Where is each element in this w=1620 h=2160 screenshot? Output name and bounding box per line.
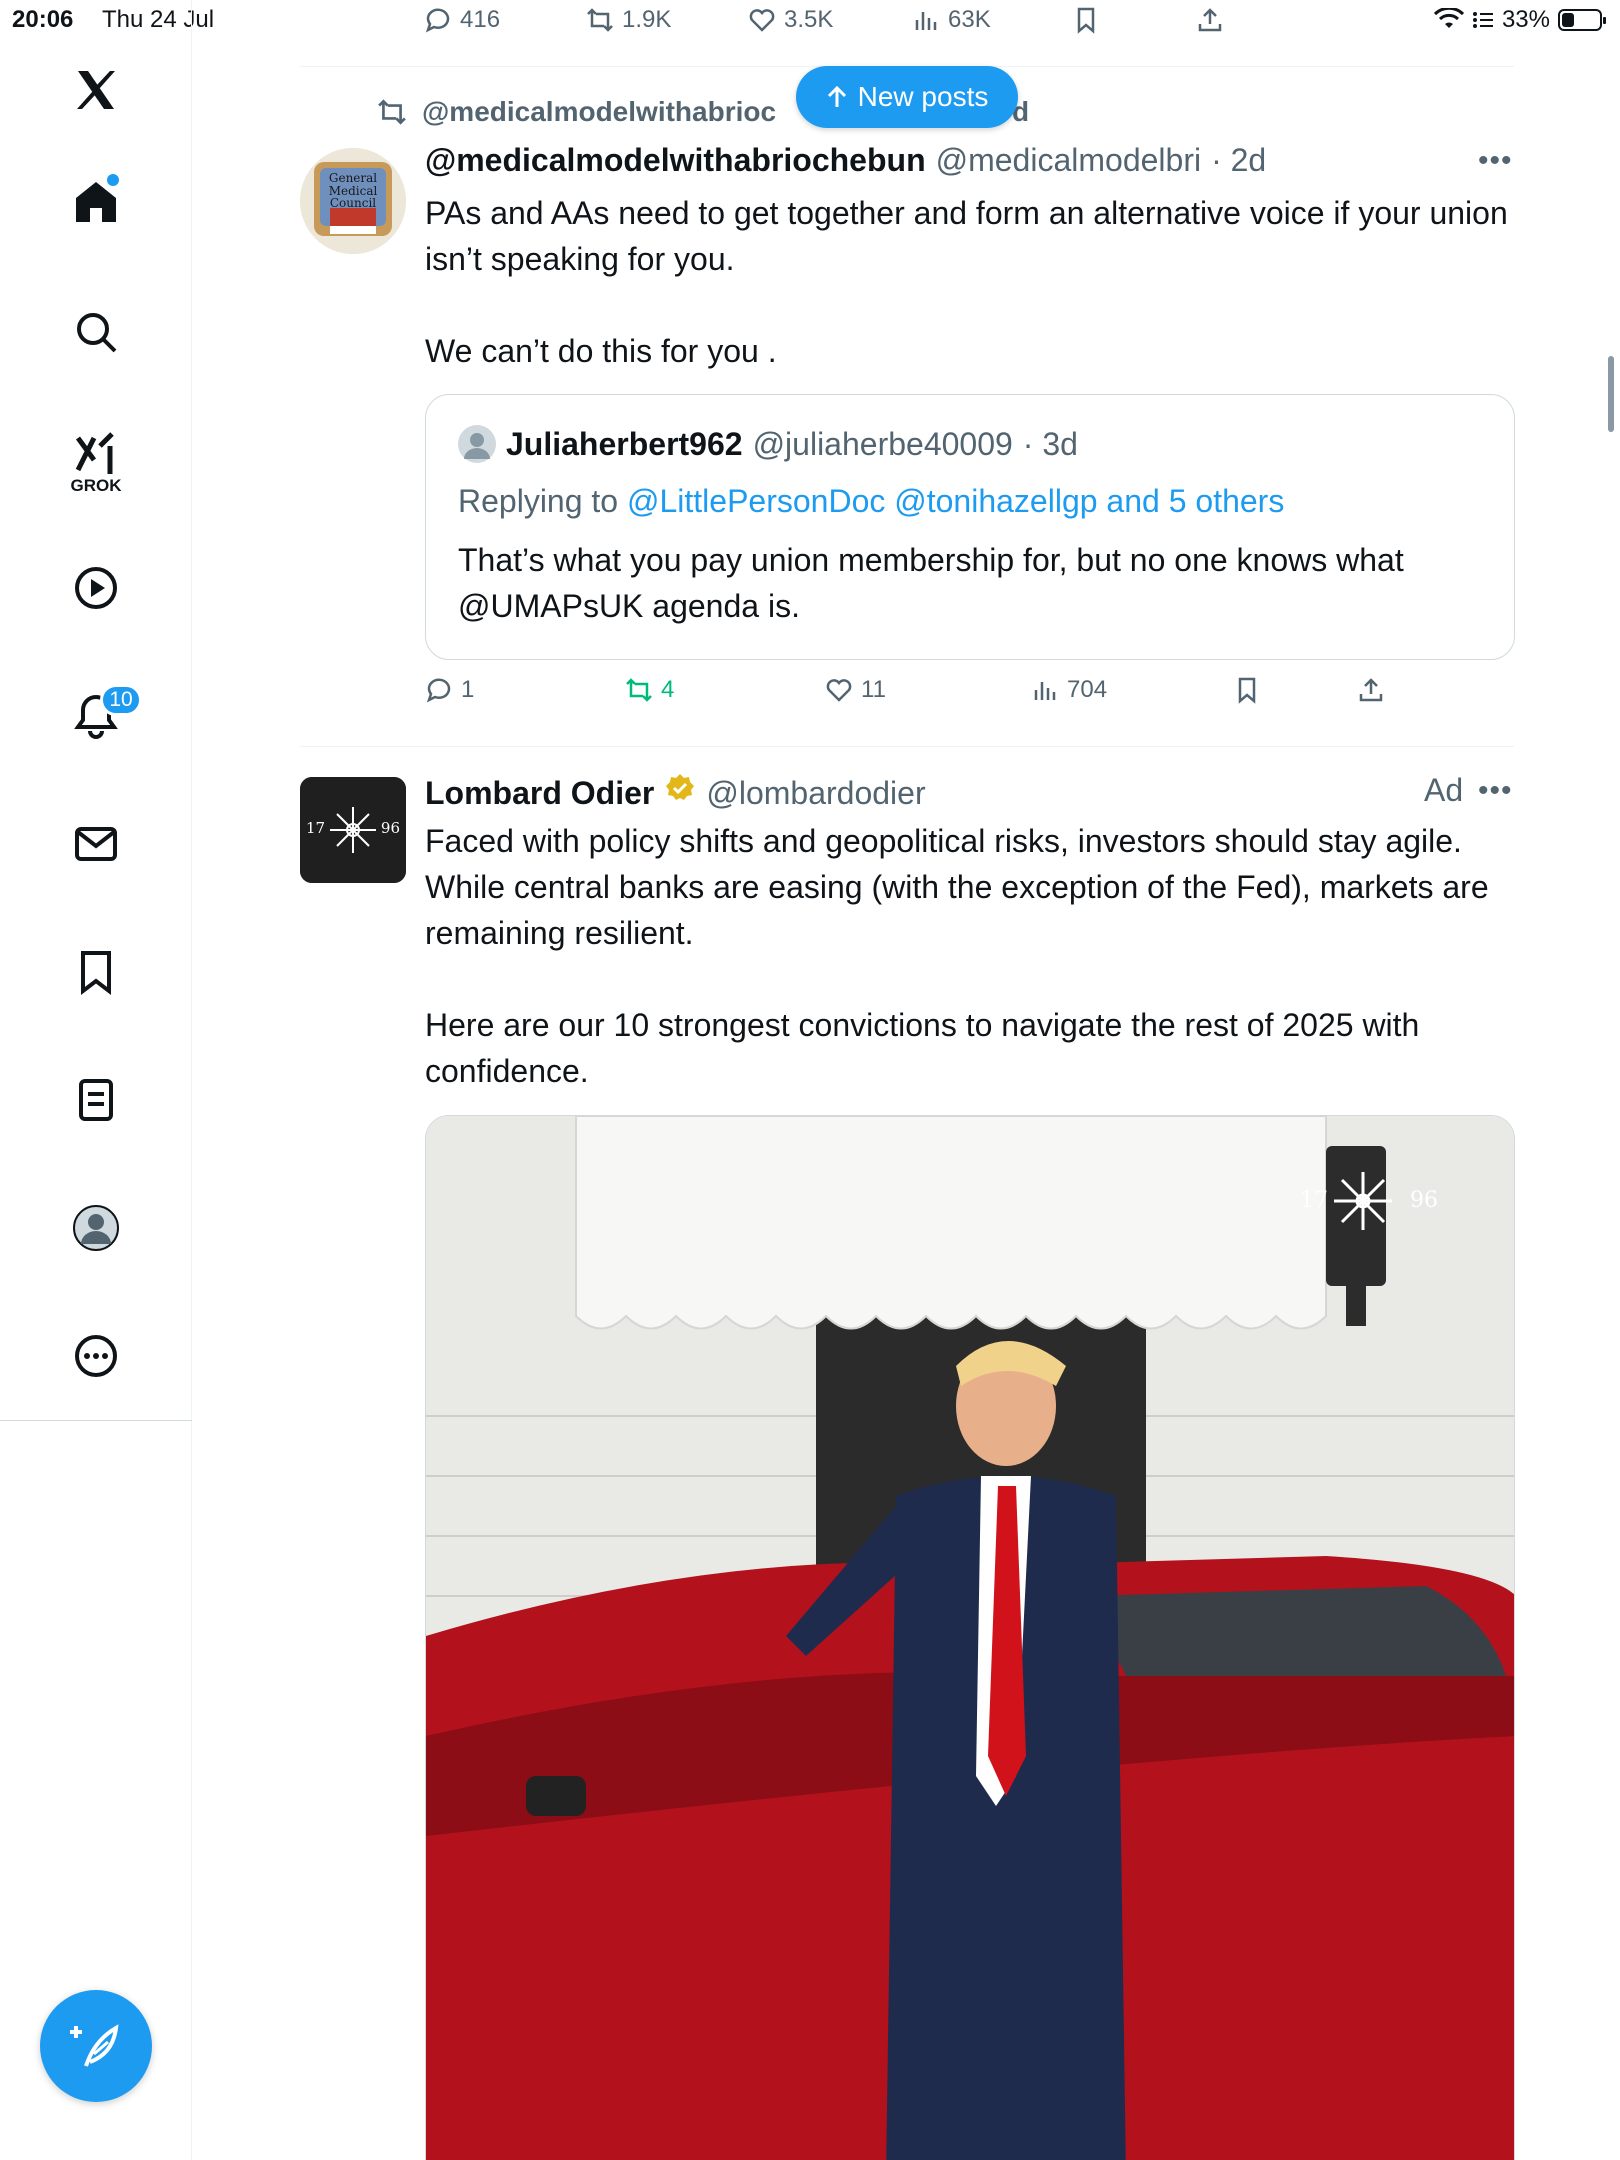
grok-label: GROK <box>70 476 122 495</box>
quote-time: · 3d <box>1022 425 1078 462</box>
ad-more-icon[interactable]: ••• <box>1478 774 1513 808</box>
like-button[interactable]: 11 <box>825 676 886 704</box>
notifications-badge: 10 <box>100 684 142 716</box>
quote-text: That’s what you pay union membership for… <box>458 542 1404 624</box>
advertiser-logo[interactable]: 17 96 <box>300 777 406 883</box>
bookmark-button[interactable] <box>1233 676 1261 704</box>
author-handle[interactable]: @medicalmodelbri <box>936 142 1201 179</box>
bookmark-icon <box>1238 677 1256 704</box>
advertiser-name[interactable]: Lombard Odier <box>425 775 654 812</box>
arrow-up-icon <box>827 85 846 107</box>
svg-text:General: General <box>329 171 377 185</box>
author-avatar[interactable]: General Medical Council <box>300 148 406 254</box>
share-button[interactable] <box>1196 6 1224 34</box>
quote-replying-to: Replying to @LittlePersonDoc @tonihazell… <box>458 483 1284 520</box>
views-button[interactable]: 63K <box>912 6 991 34</box>
replying-links[interactable]: @LittlePersonDoc @tonihazellgp and 5 oth… <box>627 483 1284 519</box>
reply-icon <box>426 678 451 703</box>
views-count: 63K <box>948 6 991 33</box>
repost-icon <box>626 678 652 702</box>
views-chart-icon <box>915 12 937 30</box>
advertiser-handle[interactable]: @lombardodier <box>706 775 925 812</box>
logo-left-number: 17 <box>306 819 326 837</box>
home-unread-dot <box>107 174 119 186</box>
quote-avatar <box>458 425 496 463</box>
repost-button[interactable]: 1.9K <box>586 6 671 34</box>
quote-author-name: Juliaherbert962 <box>506 425 743 462</box>
reply-button[interactable]: 416 <box>424 6 500 34</box>
quoted-post[interactable]: Juliaherbert962 @juliaherbe40009 · 3d Re… <box>425 394 1515 660</box>
prev-post-actions: 416 1.9K 3.5K 63K <box>420 6 1540 42</box>
sidebar: GROK 10 <box>0 0 192 2160</box>
x-logo-icon[interactable] <box>56 50 136 130</box>
profile-avatar-icon[interactable] <box>56 1188 136 1268</box>
post-divider <box>300 746 1514 747</box>
reply-button[interactable]: 1 <box>425 676 474 704</box>
lists-icon[interactable] <box>56 1060 136 1140</box>
heart-icon <box>826 679 852 702</box>
reply-count: 1 <box>461 676 475 703</box>
new-posts-button[interactable]: New posts <box>796 66 1018 128</box>
repost-count: 1.9K <box>622 6 672 33</box>
bookmark-button[interactable] <box>1072 6 1100 34</box>
media-logo-left: 17 <box>1300 1188 1328 1213</box>
battery-icon <box>1558 9 1606 31</box>
post-actions: 1 4 11 704 <box>425 676 1425 716</box>
gmc-avatar-image: General Medical Council <box>300 148 406 254</box>
svg-text:Council: Council <box>330 196 376 210</box>
verified-gold-badge-icon <box>666 774 695 800</box>
post-text: PAs and AAs need to get together and for… <box>425 195 1508 369</box>
more-options-icon[interactable] <box>56 1316 136 1396</box>
like-count: 11 <box>861 676 886 703</box>
post-header: @medicalmodelwithabriochebun @medicalmod… <box>425 142 1266 179</box>
author-name[interactable]: @medicalmodelwithabriochebun <box>425 142 926 179</box>
ad-label: Ad <box>1424 772 1464 808</box>
new-posts-label: New posts <box>857 81 989 112</box>
bookmarks-icon[interactable] <box>56 932 136 1012</box>
ad-photo <box>426 1116 1514 2160</box>
ad-text: Faced with policy shifts and geopolitica… <box>425 823 1489 1089</box>
ad-media-image[interactable]: 17 96 <box>425 1115 1515 2160</box>
logo-right-number: 96 <box>380 819 400 837</box>
compose-post-button[interactable] <box>40 1990 152 2102</box>
quote-header: Juliaherbert962 @juliaherbe40009 · 3d <box>458 425 1078 463</box>
video-play-icon[interactable] <box>56 548 136 628</box>
home-icon[interactable] <box>56 162 136 242</box>
share-icon <box>1359 678 1383 702</box>
like-button[interactable]: 3.5K <box>748 6 833 34</box>
repost-icon <box>378 99 406 125</box>
media-logo-right: 96 <box>1410 1188 1438 1213</box>
like-count: 3.5K <box>784 6 834 33</box>
repost-count: 4 <box>661 676 675 703</box>
post-more-icon[interactable]: ••• <box>1478 144 1513 178</box>
views-count: 704 <box>1067 676 1108 703</box>
views-chart-icon <box>1034 682 1056 700</box>
media-logo-star-icon <box>1334 1172 1392 1230</box>
bookmark-icon <box>1077 7 1095 34</box>
reply-count: 416 <box>460 6 501 33</box>
messages-envelope-icon[interactable] <box>56 804 136 884</box>
sidebar-divider <box>0 1420 192 1421</box>
ad-post-header: Lombard Odier @lombardodier <box>425 772 926 812</box>
replying-prefix: Replying to <box>458 483 619 519</box>
views-button[interactable]: 704 <box>1031 676 1107 704</box>
heart-icon <box>749 9 775 32</box>
repost-icon <box>587 8 613 32</box>
post-time[interactable]: · 2d <box>1211 142 1266 179</box>
compose-feather-icon <box>70 2024 119 2067</box>
scroll-indicator[interactable] <box>1608 356 1614 432</box>
quote-author-handle: @juliaherbe40009 <box>752 425 1013 462</box>
repost-by: @medicalmodelwithabrioc <box>422 96 777 127</box>
repost-button[interactable]: 4 <box>625 676 674 704</box>
search-icon[interactable] <box>56 292 136 372</box>
share-icon <box>1198 8 1222 32</box>
reply-icon <box>425 8 450 33</box>
share-button[interactable] <box>1357 676 1385 704</box>
